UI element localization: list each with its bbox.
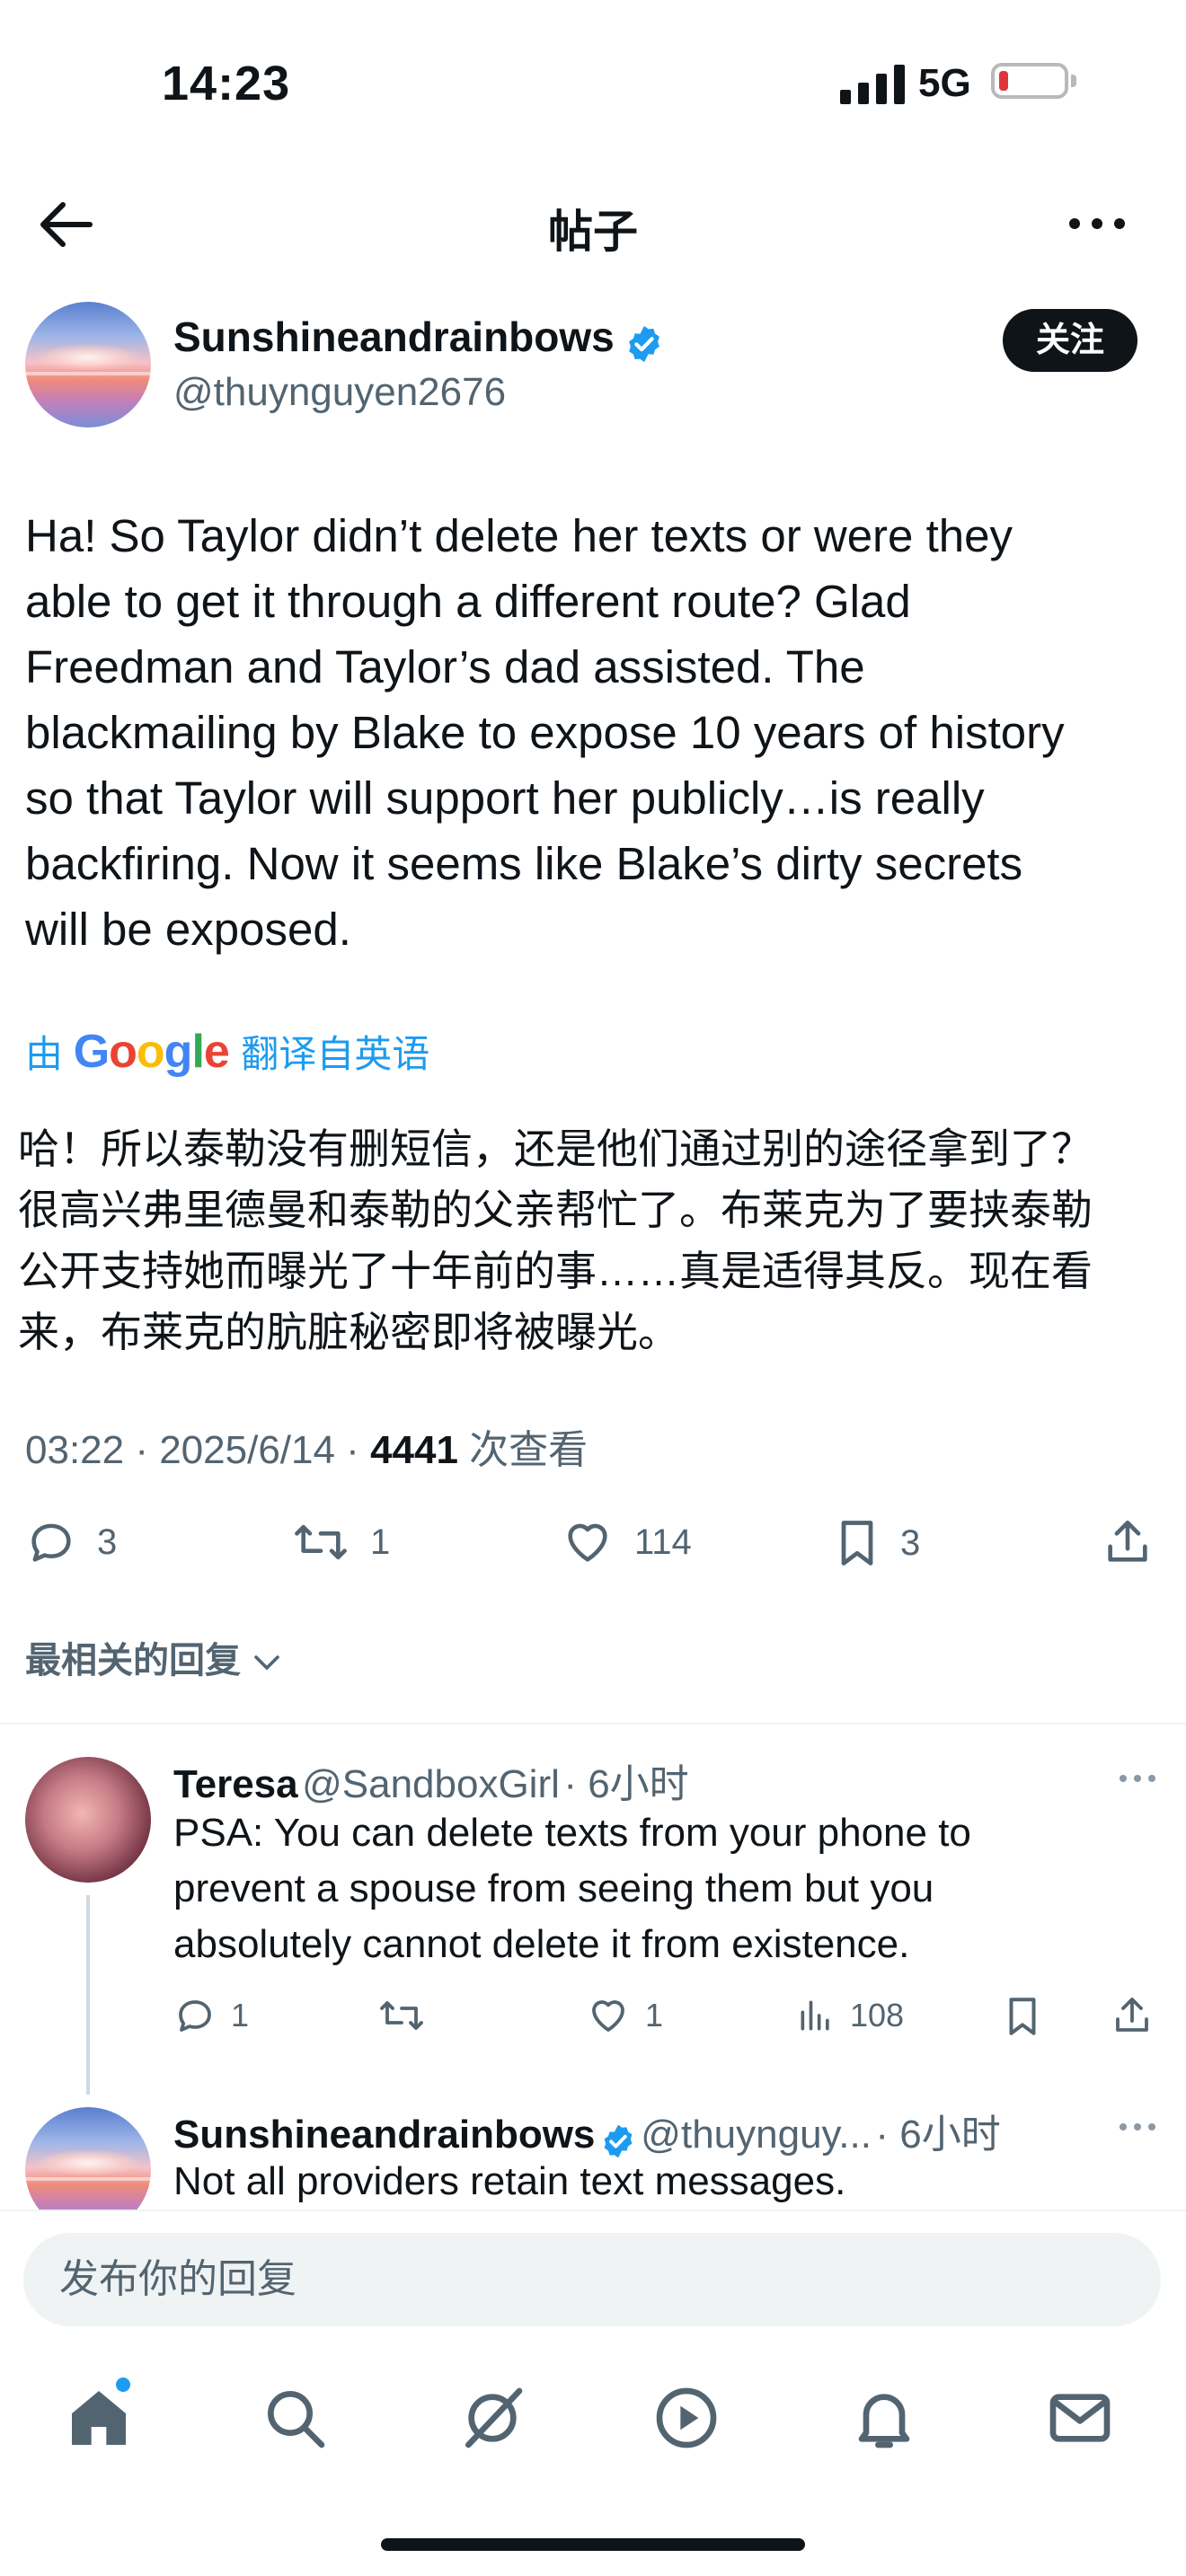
reply-count: 3 — [97, 1522, 118, 1562]
reply-icon — [179, 2000, 211, 2032]
post-text-line: blackmailing by Blake to expose 10 years… — [25, 707, 1065, 758]
reply-share-icon[interactable] — [1111, 1994, 1154, 2037]
post-text-line: Freedman and Taylor’s dad assisted. The — [25, 641, 865, 693]
reply-text-line: prevent a spouse from seeing them but yo… — [173, 1866, 934, 1910]
like-icon — [592, 2000, 624, 2032]
translated-line: 哈！所以泰勒没有删短信，还是他们通过别的途径拿到了？ — [18, 1125, 1093, 1172]
translated-text: 哈！所以泰勒没有删短信，还是他们通过别的途径拿到了？ 很高兴弗里德曼和泰勒的父亲… — [18, 1118, 1168, 1363]
repost-icon — [380, 2001, 423, 2030]
battery-tip — [1071, 75, 1076, 87]
reply-header: Sunshineandrainbows @thuynguy... · 6小时 — [173, 2102, 1001, 2160]
translated-line: 来，布莱克的肮脏秘密即将被曝光。 — [18, 1309, 679, 1355]
page-title: 帖子 — [548, 207, 638, 257]
translate-prefix: 由 — [25, 1033, 64, 1075]
share-icon[interactable] — [1102, 1516, 1154, 1568]
signal-icon — [840, 65, 905, 104]
sort-label: 最相关的回复 — [25, 1641, 241, 1681]
reply-time: · 6小时 — [563, 1762, 689, 1806]
reply-input[interactable]: 发布你的回复 — [23, 2233, 1161, 2326]
follow-button[interactable]: 关注 — [1003, 309, 1137, 372]
like-icon — [568, 1523, 607, 1562]
author-name[interactable]: Sunshineandrainbows — [173, 313, 615, 360]
reply-like-action[interactable]: 1 — [586, 1994, 663, 2037]
reply-text-line: PSA: You can delete texts from your phon… — [173, 1811, 971, 1855]
repost-action[interactable]: 1 — [291, 1516, 390, 1568]
reply-reply-count: 1 — [231, 1997, 250, 2033]
reply-text: Not all providers retain text messages. — [173, 2154, 1153, 2210]
notifications-icon[interactable] — [848, 2382, 920, 2454]
post-text-line: able to get it through a different route… — [25, 576, 911, 627]
reply-author-handle[interactable]: @SandboxGirl — [302, 1762, 560, 1806]
section-divider — [0, 1723, 1186, 1725]
status-time: 14:23 — [162, 57, 291, 110]
reply-text: PSA: You can delete texts from your phon… — [173, 1805, 1153, 1972]
reply-views-count: 108 — [850, 1997, 905, 2033]
google-logo: Google — [73, 1026, 230, 1078]
views-label: 次查看 — [457, 1428, 589, 1472]
notification-dot — [113, 2375, 133, 2395]
views-count: 4441 — [370, 1428, 458, 1472]
reply-like-count: 1 — [645, 1997, 664, 2033]
grok-icon[interactable] — [456, 2382, 528, 2454]
reply-avatar[interactable] — [25, 1757, 151, 1883]
translated-line: 很高兴弗里德曼和泰勒的父亲帮忙了。布莱克为了要挟泰勒 — [18, 1187, 1093, 1233]
reply-views-action[interactable]: 108 — [796, 1994, 904, 2037]
like-count: 114 — [634, 1522, 692, 1562]
reply-author-handle[interactable]: @thuynguy... — [641, 2113, 872, 2157]
reply-header: Teresa @SandboxGirl · 6小时 — [173, 1751, 689, 1809]
reply-time: · 6小时 — [875, 2113, 1001, 2157]
bookmark-action[interactable]: 3 — [834, 1516, 920, 1570]
video-icon[interactable] — [651, 2382, 722, 2454]
author-avatar[interactable] — [25, 302, 151, 428]
like-action[interactable]: 114 — [561, 1516, 692, 1568]
post-text-line: will be exposed. — [25, 904, 351, 955]
reply-reply-action[interactable]: 1 — [173, 1994, 249, 2037]
reply-icon — [31, 1523, 71, 1562]
reply-bookmark-icon[interactable] — [1003, 1994, 1042, 2039]
messages-icon[interactable] — [1044, 2382, 1116, 2454]
reply-text-line: Not all providers retain text messages. — [173, 2159, 846, 2203]
translate-suffix: 翻译自英语 — [241, 1033, 430, 1075]
reply-text-line: absolutely cannot delete it from existen… — [173, 1922, 910, 1966]
reply-more-icon[interactable] — [1118, 2118, 1157, 2136]
home-indicator — [381, 2538, 805, 2551]
reply-more-icon[interactable] — [1118, 1769, 1157, 1787]
reply-author-name[interactable]: Sunshineandrainbows — [173, 2113, 595, 2157]
verified-badge-icon — [629, 325, 660, 362]
thread-line — [86, 1895, 90, 2095]
author-name-row[interactable]: Sunshineandrainbows — [173, 313, 665, 365]
reply-action[interactable]: 3 — [25, 1516, 117, 1568]
post-timestamp: 03:22 · 2025/6/14 · — [25, 1428, 371, 1472]
more-options-icon[interactable] — [1066, 201, 1128, 246]
battery-icon — [991, 63, 1068, 99]
translation-attribution[interactable]: 由 Google 翻译自英语 — [25, 1024, 429, 1079]
reply-author-name[interactable]: Teresa — [173, 1762, 298, 1806]
author-handle[interactable]: @thuynguyen2676 — [173, 370, 506, 415]
bookmark-count: 3 — [900, 1522, 921, 1563]
repost-icon — [295, 1524, 347, 1560]
post-text-line: Ha! So Taylor didn’t delete her texts or… — [25, 510, 1013, 561]
views-chart-icon — [801, 2000, 829, 2031]
search-icon[interactable] — [259, 2382, 331, 2454]
bookmark-icon — [841, 1521, 873, 1566]
chevron-down-icon — [254, 1655, 279, 1671]
post-text: Ha! So Taylor didn’t delete her texts or… — [25, 503, 1166, 962]
translated-line: 公开支持她而曝光了十年前的事……真是适得其反。现在看 — [18, 1248, 1093, 1294]
network-label: 5G — [918, 61, 971, 105]
reply-sort-dropdown[interactable]: 最相关的回复 — [25, 1631, 283, 1683]
post-meta: 03:22 · 2025/6/14 · 4441 次查看 — [25, 1417, 588, 1475]
repost-count: 1 — [370, 1522, 391, 1562]
post-text-line: backfiring. Now it seems like Blake’s di… — [25, 838, 1023, 889]
post-text-line: so that Taylor will support her publicly… — [25, 772, 985, 824]
reply-repost-action[interactable] — [377, 1994, 440, 2037]
